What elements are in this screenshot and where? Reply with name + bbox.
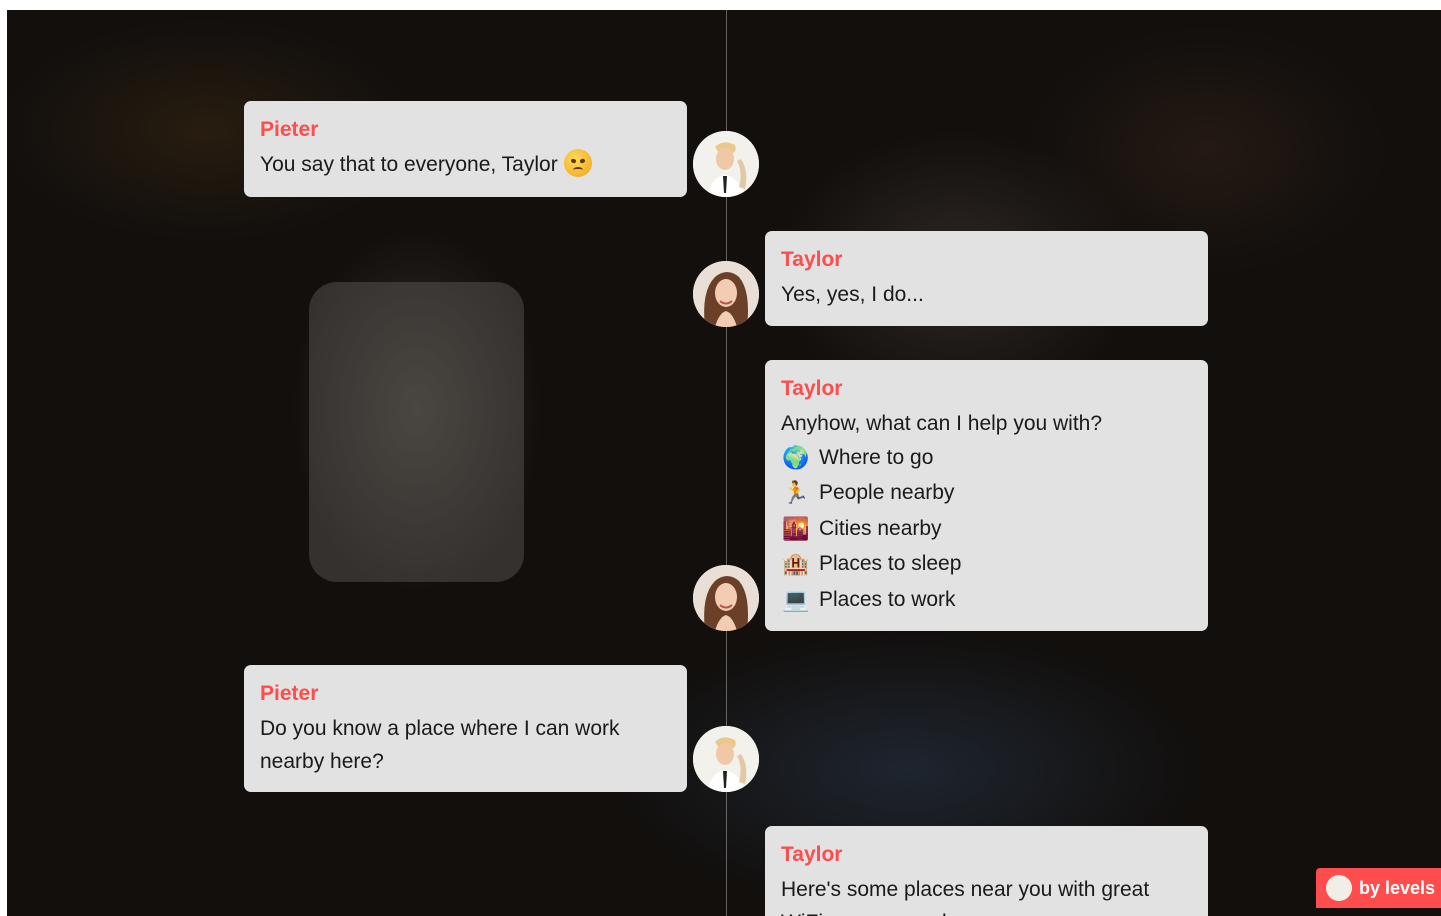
message-sender: Pieter [260,118,319,141]
levels-avatar-icon [1326,875,1352,901]
message-sender: Taylor [781,248,843,271]
option-label: Places to work [819,587,956,611]
message-text: You say that to everyone, Taylor [260,148,671,181]
option-label: Where to go [819,445,934,469]
laptop-icon: 💻 [782,586,810,612]
chat-page: Pieter You say that to everyone, Taylor … [7,10,1441,916]
option-cities-nearby[interactable]: 🌇 Cities nearby [781,511,1192,547]
message-sender: Taylor [781,377,843,400]
message-bubble-taylor-1: Taylor Yes, yes, I do... [765,231,1208,326]
angry-face-icon [563,149,592,178]
message-text: Yes, yes, I do... [781,283,924,306]
option-label: Cities nearby [819,516,942,540]
avatar-taylor[interactable] [693,565,759,631]
hotel-icon: 🏨 [782,551,810,577]
by-levels-badge[interactable]: by levels [1316,868,1441,908]
message-text-line-1: Here's some places near you with great [781,878,1150,901]
pieter-avatar-image [693,131,759,197]
pieter-avatar-image [693,726,759,792]
option-label: Places to sleep [819,552,962,576]
option-places-to-sleep[interactable]: 🏨 Places to sleep [781,547,1192,583]
avatar-pieter[interactable] [693,726,759,792]
message-bubble-pieter-2: Pieter Do you know a place where I can w… [244,665,687,792]
message-text-content: You say that to everyone, Taylor [260,153,558,176]
option-people-nearby[interactable]: 🏃 People nearby [781,476,1192,512]
option-label: People nearby [819,481,955,505]
avatar-pieter[interactable] [693,131,759,197]
city-sunset-icon: 🌇 [782,515,810,541]
option-places-to-work[interactable]: 💻 Places to work [781,582,1192,618]
background-phone-shape [309,282,524,582]
message-bubble-pieter-1: Pieter You say that to everyone, Taylor [244,101,687,197]
message-text: Anyhow, what can I help you with? [781,412,1103,435]
message-text-line-2: WiFi you can work: [781,906,1192,916]
taylor-avatar-image [693,261,759,327]
globe-icon: 🌍 [782,444,810,470]
message-text-line-2: nearby here? [260,750,384,773]
message-bubble-taylor-2: Taylor Anyhow, what can I help you with?… [765,360,1208,631]
option-where-to-go[interactable]: 🌍 Where to go [781,440,1192,476]
avatar-taylor[interactable] [693,261,759,327]
runner-icon: 🏃 [782,480,810,506]
message-sender: Pieter [260,682,319,705]
badge-label: by levels [1359,877,1436,898]
message-text-line-1: Do you know a place where I can work [260,717,620,740]
taylor-avatar-image [693,565,759,631]
message-sender: Taylor [781,843,843,866]
message-bubble-taylor-3: Taylor Here's some places near you with … [765,826,1208,916]
